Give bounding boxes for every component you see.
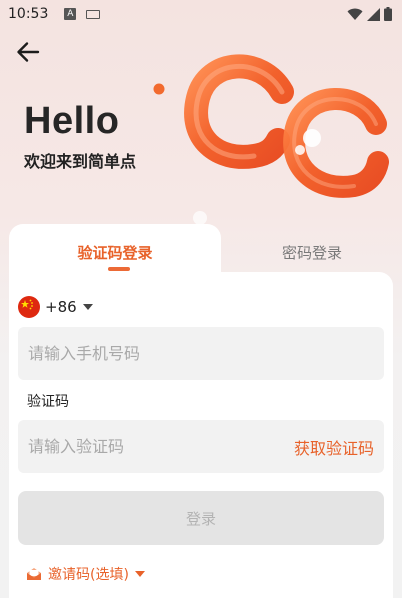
active-tab-indicator	[108, 267, 130, 271]
status-time: 10:53	[8, 6, 49, 22]
hello-title: Hello	[24, 100, 120, 142]
status-bar: 10:53 A	[0, 0, 402, 28]
wifi-icon	[347, 8, 363, 20]
login-button[interactable]: 登录	[18, 491, 384, 545]
arrow-left-icon	[17, 42, 40, 62]
verification-code-field[interactable]: 获取验证码	[18, 420, 384, 473]
caret-down-icon	[82, 304, 93, 310]
tab-password-login-label: 密码登录	[281, 243, 342, 262]
input-method-icon: A	[64, 8, 77, 20]
country-code: +86	[45, 298, 77, 316]
invite-code-toggle[interactable]: 邀请码(选填)	[26, 564, 145, 584]
tab-sms-login[interactable]: 验证码登录	[9, 224, 221, 280]
back-button[interactable]	[14, 38, 42, 66]
battery-icon	[384, 7, 392, 21]
signal-icon	[367, 7, 380, 21]
phone-input[interactable]	[28, 344, 374, 363]
country-code-selector[interactable]: +86	[18, 296, 93, 318]
welcome-subtitle: 欢迎来到简单点	[24, 152, 137, 171]
caret-down-icon	[134, 571, 145, 577]
envelope-icon	[27, 568, 41, 580]
verification-code-input[interactable]	[28, 437, 294, 456]
tab-password-login[interactable]: 密码登录	[222, 224, 402, 280]
status-icons	[347, 7, 392, 21]
keyboard-icon	[86, 9, 101, 19]
tab-sms-login-label: 验证码登录	[77, 243, 153, 262]
brand-logo-art	[153, 54, 389, 225]
get-code-button[interactable]: 获取验证码	[294, 435, 374, 459]
invite-code-label: 邀请码(选填)	[48, 567, 129, 583]
verification-code-label: 验证码	[27, 394, 69, 410]
phone-field[interactable]	[18, 327, 384, 380]
china-flag-icon	[18, 296, 40, 318]
